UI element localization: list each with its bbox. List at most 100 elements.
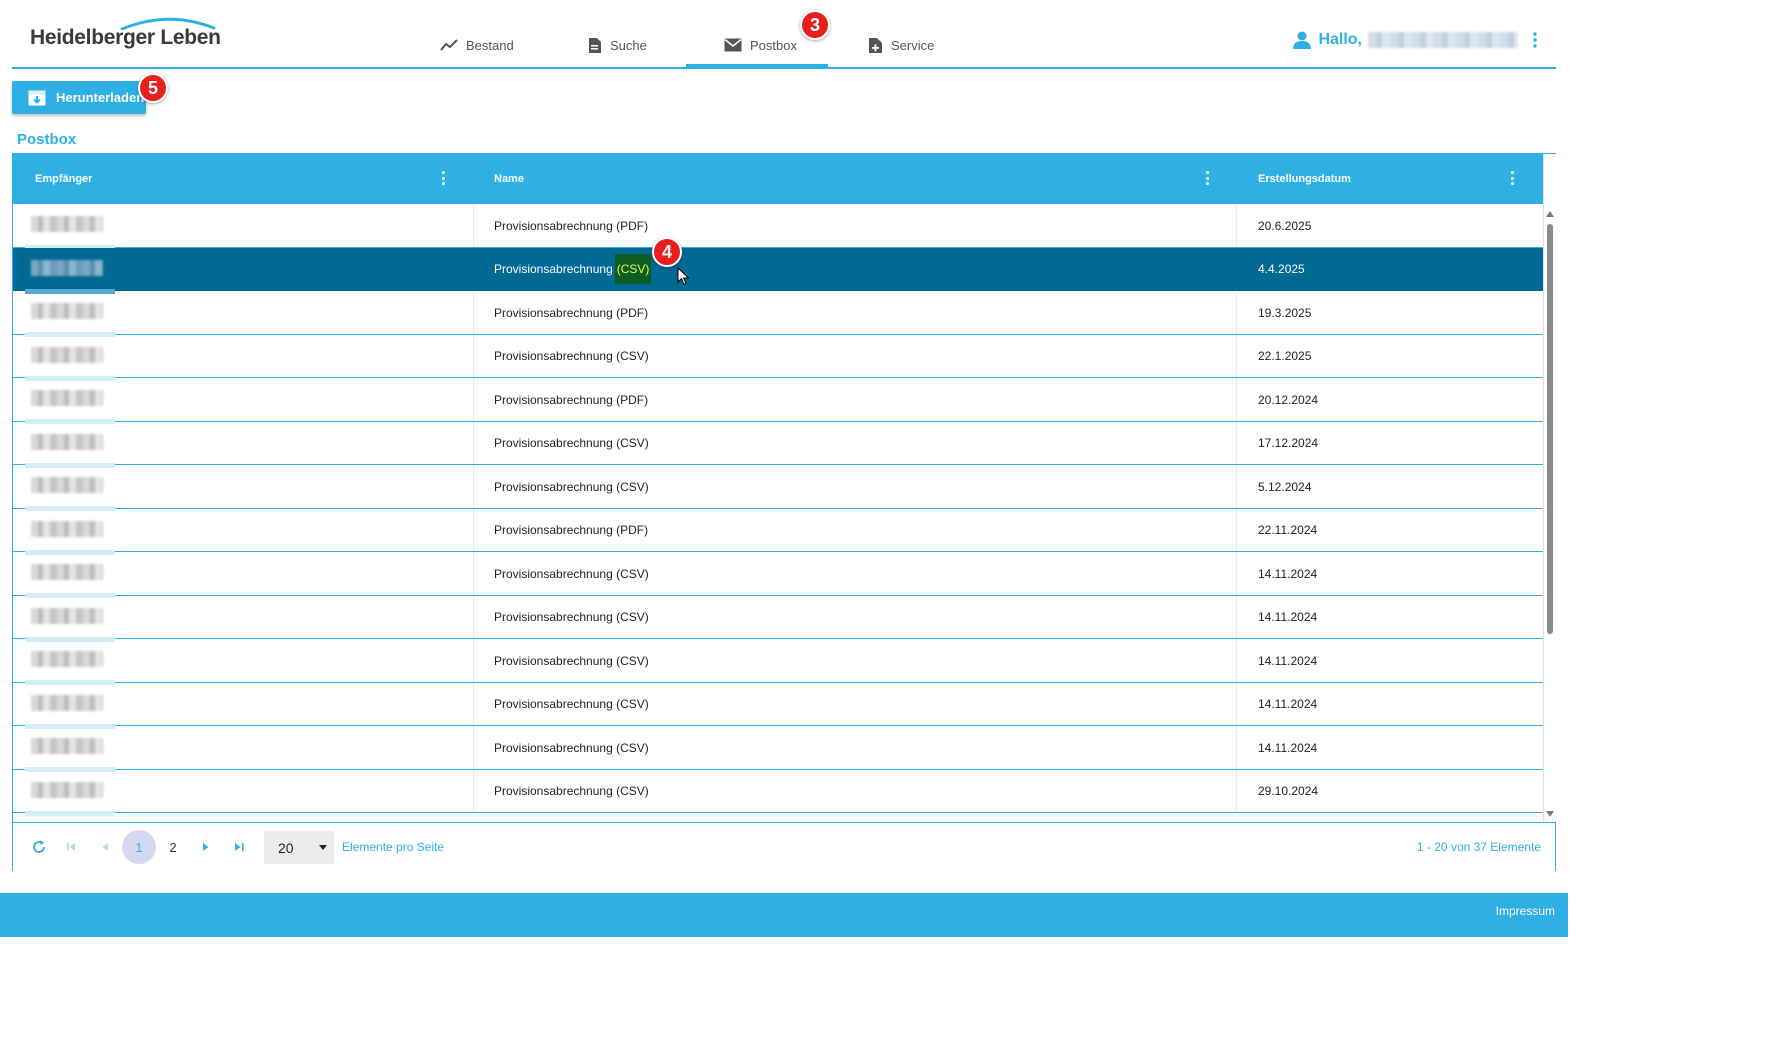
- table-row[interactable]: Provisionsabrechnung (PDF) 22.11.2024: [13, 508, 1543, 555]
- cell-name: Provisionsabrechnung (PDF): [494, 392, 649, 407]
- column-header-date[interactable]: Erstellungsdatum: [1258, 154, 1351, 204]
- cell-date: 29.10.2024: [1258, 784, 1319, 798]
- table-row[interactable]: Provisionsabrechnung (CSV) 14.11.2024: [13, 595, 1543, 642]
- recipient-redacted: [31, 738, 103, 754]
- header: Heidelberger Leben Bestand Suche Postbox…: [0, 0, 1568, 69]
- table-row[interactable]: Provisionsabrechnung (PDF) 19.3.2025: [13, 291, 1543, 337]
- pager-info: 1 - 20 von 37 Elemente: [1416, 840, 1541, 854]
- cell-date: 17.12.2024: [1258, 436, 1319, 450]
- cell-recipient: [13, 683, 473, 729]
- download-button[interactable]: Herunterladen: [12, 81, 146, 114]
- first-page-icon[interactable]: [63, 831, 79, 863]
- refresh-icon[interactable]: [29, 831, 49, 863]
- table-row[interactable]: Provisionsabrechnung (CSV) 14.11.2024: [13, 726, 1543, 772]
- recipient-redacted: [31, 303, 103, 319]
- table-row[interactable]: Provisionsabrechnung (CSV) 5.12.2024: [13, 465, 1543, 511]
- column-divider: [473, 639, 474, 682]
- vertical-scrollbar[interactable]: [1543, 204, 1556, 822]
- next-page-icon[interactable]: [198, 831, 214, 863]
- nav-label: Service: [891, 37, 935, 53]
- column-divider: [1236, 639, 1237, 682]
- column-divider: [473, 248, 474, 291]
- column-divider: [1236, 508, 1237, 551]
- table-row[interactable]: Provisionsabrechnung (CSV) 4.4.2025: [13, 247, 1543, 294]
- table-row[interactable]: Provisionsabrechnung (PDF) 20.12.2024: [13, 378, 1543, 424]
- page-2-button[interactable]: 2: [156, 830, 190, 864]
- postbox-grid: Empfänger Name Erstellungsdatum Provisio…: [12, 153, 1556, 871]
- table-row[interactable]: Provisionsabrechnung (CSV) 14.11.2024: [13, 639, 1543, 685]
- cell-name: Provisionsabrechnung (CSV): [494, 697, 649, 711]
- recipient-redacted: [31, 346, 103, 363]
- column-menu-icon[interactable]: [1205, 171, 1209, 185]
- column-divider: [1236, 378, 1237, 421]
- cell-date: 14.11.2024: [1258, 740, 1318, 755]
- column-divider: [1236, 552, 1237, 595]
- column-divider: [473, 421, 474, 464]
- step-badge-selected-row: 4: [652, 237, 682, 267]
- cell-name: Provisionsabrechnung (CSV): [494, 566, 649, 581]
- column-divider: [473, 595, 474, 638]
- document-add-icon: [869, 37, 882, 53]
- column-divider: [1236, 291, 1237, 334]
- column-divider: [473, 378, 474, 421]
- cell-recipient: [13, 726, 473, 772]
- nav-item-postbox[interactable]: Postbox: [724, 30, 797, 60]
- cell-name: Provisionsabrechnung (CSV): [494, 349, 649, 363]
- grid-header: Empfänger Name Erstellungsdatum: [13, 154, 1543, 204]
- step-badge-download: 5: [138, 73, 168, 103]
- table-row[interactable]: Provisionsabrechnung (CSV) 17.12.2024: [13, 421, 1543, 468]
- page-size-select[interactable]: 20: [264, 831, 334, 864]
- column-divider: [1236, 595, 1237, 638]
- column-divider: [1236, 421, 1237, 464]
- cell-date: 14.11.2024: [1258, 697, 1318, 711]
- recipient-underline: [25, 810, 115, 816]
- cell-recipient: [13, 770, 473, 816]
- cell-recipient: [13, 552, 473, 598]
- recipient-redacted: [31, 694, 103, 711]
- recipient-redacted: [31, 477, 103, 493]
- cell-name: Provisionsabrechnung (CSV): [494, 784, 649, 798]
- recipient-redacted: [31, 216, 103, 232]
- scroll-down-icon[interactable]: [1546, 811, 1554, 817]
- logo[interactable]: Heidelberger Leben: [30, 16, 221, 56]
- table-row[interactable]: Provisionsabrechnung (CSV) 29.10.2024: [13, 769, 1543, 816]
- cell-name: Provisionsabrechnung (PDF): [494, 305, 649, 320]
- nav-item-bestand[interactable]: Bestand: [440, 30, 514, 60]
- column-header-recipient[interactable]: Empfänger: [35, 154, 92, 204]
- scroll-up-icon[interactable]: [1546, 211, 1554, 217]
- cell-name: Provisionsabrechnung (CSV): [494, 653, 649, 668]
- cell-recipient: [13, 204, 473, 250]
- column-divider: [1236, 465, 1237, 508]
- column-divider: [1236, 769, 1237, 812]
- name-base: Provisionsabrechnung: [494, 262, 613, 276]
- user-icon: [1293, 31, 1312, 49]
- more-vertical-icon[interactable]: [1532, 32, 1538, 48]
- cell-date: 5.12.2024: [1258, 479, 1312, 494]
- cell-recipient: [13, 378, 473, 424]
- column-menu-icon[interactable]: [1510, 171, 1514, 185]
- mouse-cursor-icon: [677, 267, 690, 286]
- nav-item-suche[interactable]: Suche: [588, 30, 647, 60]
- column-divider: [473, 769, 474, 812]
- user-menu[interactable]: Hallo,: [1292, 30, 1538, 50]
- page-size-value: 20: [278, 839, 294, 856]
- scroll-thumb[interactable]: [1547, 224, 1553, 634]
- page-1-button[interactable]: 1: [122, 830, 156, 864]
- nav-item-service[interactable]: Service: [868, 30, 934, 60]
- impressum-link[interactable]: Impressum: [1496, 904, 1555, 918]
- prev-page-icon[interactable]: [97, 831, 113, 863]
- column-header-name[interactable]: Name: [494, 154, 524, 204]
- cell-recipient: [13, 509, 473, 555]
- column-menu-icon[interactable]: [441, 171, 445, 185]
- column-divider: [1236, 726, 1237, 769]
- cell-date: 14.11.2024: [1258, 610, 1318, 624]
- pager: 1 2 20 Elemente pro Seite 1 - 20 von 37 …: [13, 822, 1555, 871]
- table-row[interactable]: Provisionsabrechnung (CSV) 14.11.2024: [13, 682, 1543, 729]
- table-row[interactable]: Provisionsabrechnung (CSV) 14.11.2024: [13, 552, 1543, 598]
- table-row[interactable]: Provisionsabrechnung (CSV) 22.1.2025: [13, 334, 1543, 381]
- table-row[interactable]: Provisionsabrechnung (PDF) 20.6.2025: [13, 204, 1543, 250]
- cell-name: Provisionsabrechnung (PDF): [494, 218, 649, 233]
- last-page-icon[interactable]: [231, 831, 247, 863]
- column-divider: [1236, 334, 1237, 377]
- column-divider: [1236, 682, 1237, 725]
